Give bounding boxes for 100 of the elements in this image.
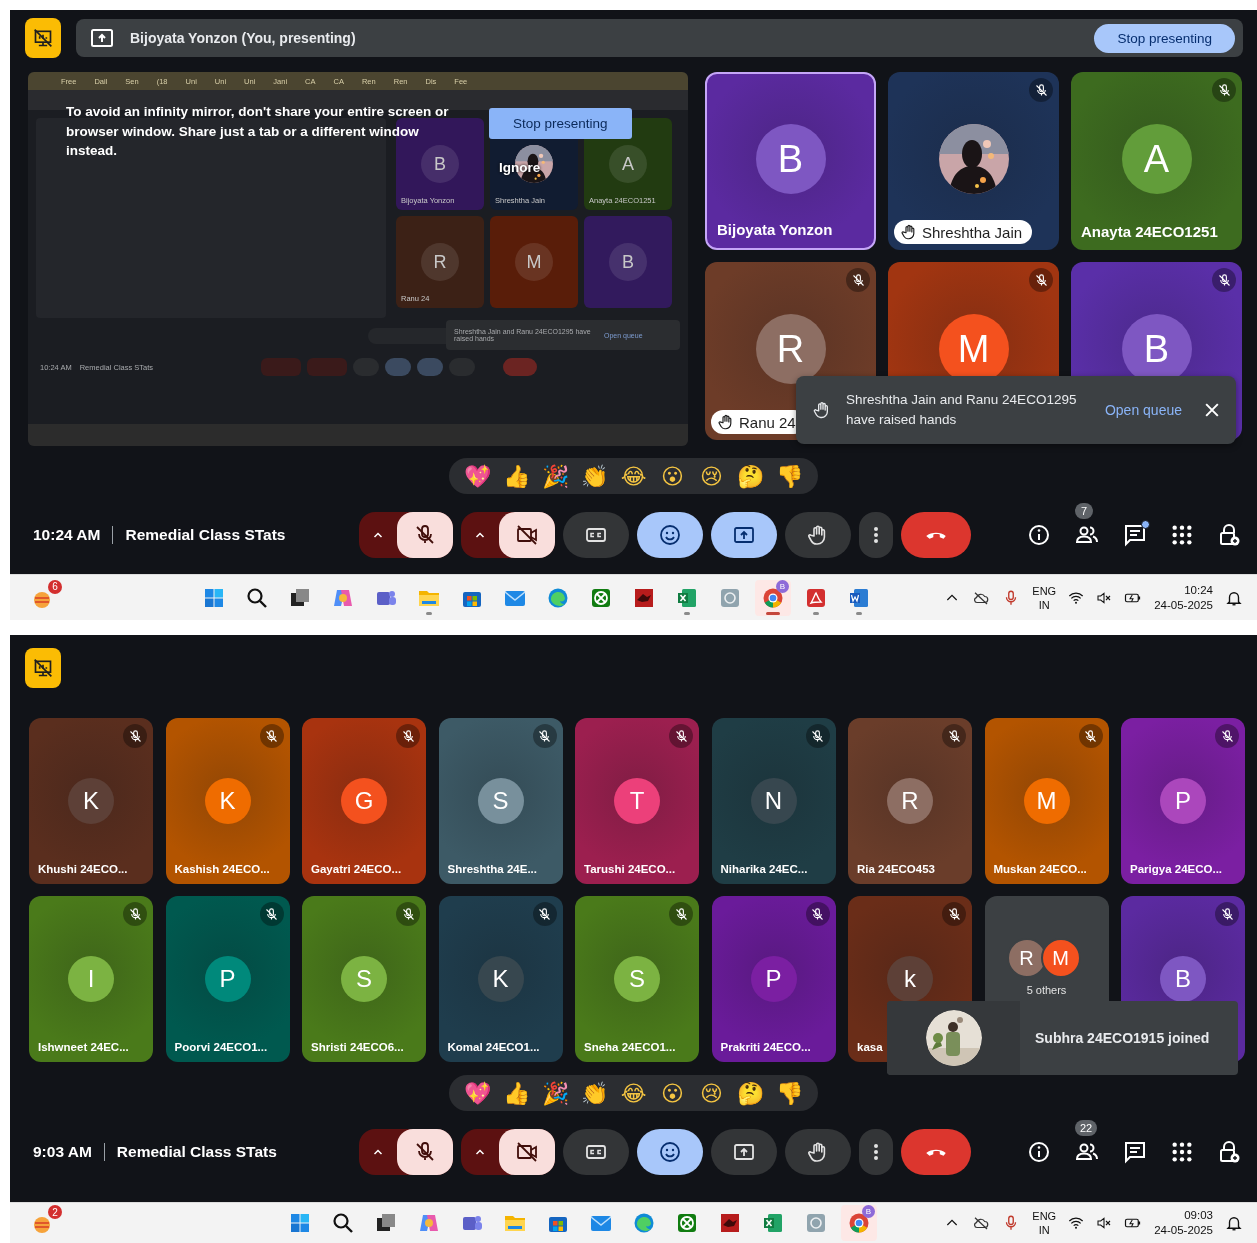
avatar: P bbox=[1160, 778, 1206, 824]
clock-time[interactable]: 09:03 bbox=[1184, 1208, 1213, 1223]
info-button[interactable] bbox=[1027, 1140, 1051, 1164]
language-label[interactable]: ENG bbox=[1032, 583, 1057, 598]
meeting-time: 9:03 AM bbox=[33, 1143, 92, 1161]
captions-button[interactable] bbox=[563, 512, 629, 558]
cloud-icon[interactable] bbox=[972, 1214, 991, 1232]
meeting-time: 10:24 AM bbox=[33, 526, 101, 544]
emoji-button[interactable]: 😢 bbox=[695, 1078, 728, 1108]
avatar: N bbox=[750, 778, 797, 824]
microphone-button[interactable] bbox=[397, 1129, 453, 1175]
more-options-button[interactable] bbox=[859, 512, 893, 558]
emoji-button[interactable]: 👎 bbox=[773, 461, 806, 491]
participant-name: Kashish 24ECO... bbox=[174, 863, 270, 875]
emoji-button[interactable]: 💖 bbox=[461, 1078, 494, 1108]
language-label[interactable]: ENG bbox=[1032, 1209, 1057, 1223]
emoji-button[interactable] bbox=[637, 512, 703, 558]
smiley-icon[interactable] bbox=[658, 1140, 682, 1164]
meeting-title: Remedial Class STats bbox=[125, 526, 286, 544]
running-indicator bbox=[684, 611, 690, 615]
emoji-button[interactable]: 👏 bbox=[578, 461, 611, 491]
emoji-button[interactable]: 👍 bbox=[500, 461, 533, 491]
emoji-button[interactable]: 🤔 bbox=[734, 1078, 767, 1108]
search-icon[interactable] bbox=[245, 585, 269, 610]
avatar: A bbox=[1121, 124, 1192, 194]
present-button[interactable] bbox=[711, 512, 777, 558]
leave-call-button[interactable] bbox=[901, 512, 971, 558]
avatar: G bbox=[341, 778, 387, 824]
camera-button[interactable] bbox=[499, 512, 555, 558]
presentation-off-icon[interactable] bbox=[25, 648, 61, 688]
clock-date[interactable]: 24-05-2025 bbox=[1154, 597, 1213, 613]
spreadsheet-icon[interactable] bbox=[761, 1211, 785, 1235]
chat-button[interactable] bbox=[1123, 523, 1147, 547]
game-icon[interactable] bbox=[718, 1211, 742, 1235]
camera-button[interactable] bbox=[499, 1129, 555, 1175]
info-button[interactable] bbox=[1027, 523, 1051, 547]
xbox-icon[interactable] bbox=[675, 1211, 699, 1235]
microphone-button[interactable] bbox=[397, 512, 453, 558]
avatar: A bbox=[609, 145, 647, 183]
participant-name: Muskan 24ECO... bbox=[993, 863, 1087, 875]
apps-button[interactable] bbox=[1171, 524, 1193, 546]
region-label[interactable]: IN bbox=[1038, 1223, 1050, 1237]
emoji-button[interactable]: 🎉 bbox=[539, 461, 572, 491]
notification-badge: 2 bbox=[48, 1205, 62, 1219]
participant-name: Poorvi 24ECO1... bbox=[174, 1041, 268, 1053]
avatar: K bbox=[204, 778, 251, 824]
host-controls-button[interactable] bbox=[1217, 1140, 1241, 1164]
smiley-icon[interactable] bbox=[658, 523, 682, 547]
notification-bell-icon[interactable] bbox=[1225, 1214, 1243, 1232]
open-queue-link[interactable]: Open queue bbox=[1098, 401, 1188, 419]
emoji-button[interactable] bbox=[637, 1129, 703, 1175]
browser-icon[interactable] bbox=[847, 1211, 871, 1235]
muted-mic-icon bbox=[537, 906, 552, 922]
captions-button[interactable] bbox=[563, 1129, 629, 1175]
emoji-button[interactable]: 🤔 bbox=[734, 461, 767, 491]
taskbar-app-button[interactable]: B bbox=[755, 579, 791, 616]
emoji-button[interactable]: 👎 bbox=[773, 1078, 806, 1108]
avatar: K bbox=[68, 778, 114, 824]
emoji-button[interactable]: 😢 bbox=[695, 461, 728, 491]
edge-icon[interactable] bbox=[632, 1211, 656, 1235]
muted-mic-icon bbox=[1083, 728, 1098, 744]
clock-date[interactable]: 24-05-2025 bbox=[1154, 1223, 1213, 1238]
stop-presenting-button[interactable]: Stop presenting bbox=[1094, 23, 1235, 53]
region-label[interactable]: IN bbox=[1038, 597, 1050, 612]
search-icon[interactable] bbox=[331, 1211, 355, 1235]
emoji-button[interactable]: 😂 bbox=[617, 1078, 650, 1108]
apps-button[interactable] bbox=[1171, 1141, 1193, 1163]
presentation-off-icon[interactable] bbox=[25, 18, 61, 58]
camera-off-icon[interactable] bbox=[515, 1140, 539, 1164]
emoji-button[interactable]: 💖 bbox=[461, 461, 494, 491]
presenter-label: Bijoyata Yonzon (You, presenting) bbox=[130, 30, 357, 46]
raise-hand-button[interactable] bbox=[785, 512, 851, 558]
notification-text: Shreshtha Jain and Ranu 24ECO1295 have raised hands bbox=[846, 391, 1078, 429]
emoji-button[interactable]: 😮 bbox=[656, 461, 689, 491]
participant-name: kasa bbox=[857, 1041, 883, 1053]
more-options-button[interactable] bbox=[859, 1129, 893, 1175]
chat-button[interactable] bbox=[1123, 1140, 1147, 1164]
camera-off-icon[interactable] bbox=[515, 523, 539, 547]
emoji-button[interactable]: 👏 bbox=[578, 1078, 611, 1108]
participant-name: Shreshtha Jain bbox=[922, 223, 1023, 241]
emoji-button[interactable]: 😮 bbox=[656, 1078, 689, 1108]
taskbar-app-button[interactable]: B bbox=[841, 1205, 877, 1241]
emoji-button[interactable]: 👍 bbox=[500, 1078, 533, 1108]
participant-name: Ria 24ECO453 bbox=[857, 863, 935, 875]
avatar: R bbox=[421, 243, 459, 281]
wifi-icon[interactable] bbox=[1068, 1215, 1085, 1231]
speaker-muted-icon[interactable] bbox=[1096, 589, 1113, 606]
leave-call-button[interactable] bbox=[901, 1129, 971, 1175]
speaker-muted-icon[interactable] bbox=[1096, 1215, 1113, 1231]
start-icon[interactable] bbox=[288, 1211, 312, 1235]
present-button[interactable] bbox=[711, 1129, 777, 1175]
stop-presenting-button[interactable]: Stop presenting bbox=[489, 108, 632, 139]
raise-hand-button[interactable] bbox=[785, 1129, 851, 1175]
host-controls-button[interactable] bbox=[1217, 523, 1241, 547]
muted-mic-icon bbox=[264, 906, 279, 922]
clock-time[interactable]: 10:24 bbox=[1184, 582, 1213, 598]
emoji-button[interactable]: 😂 bbox=[617, 461, 650, 491]
participant-name: Anayta 24ECO1251 bbox=[1081, 223, 1218, 240]
emoji-button[interactable]: 🎉 bbox=[539, 1078, 572, 1108]
participant-name: Niharika 24EC... bbox=[720, 863, 808, 875]
